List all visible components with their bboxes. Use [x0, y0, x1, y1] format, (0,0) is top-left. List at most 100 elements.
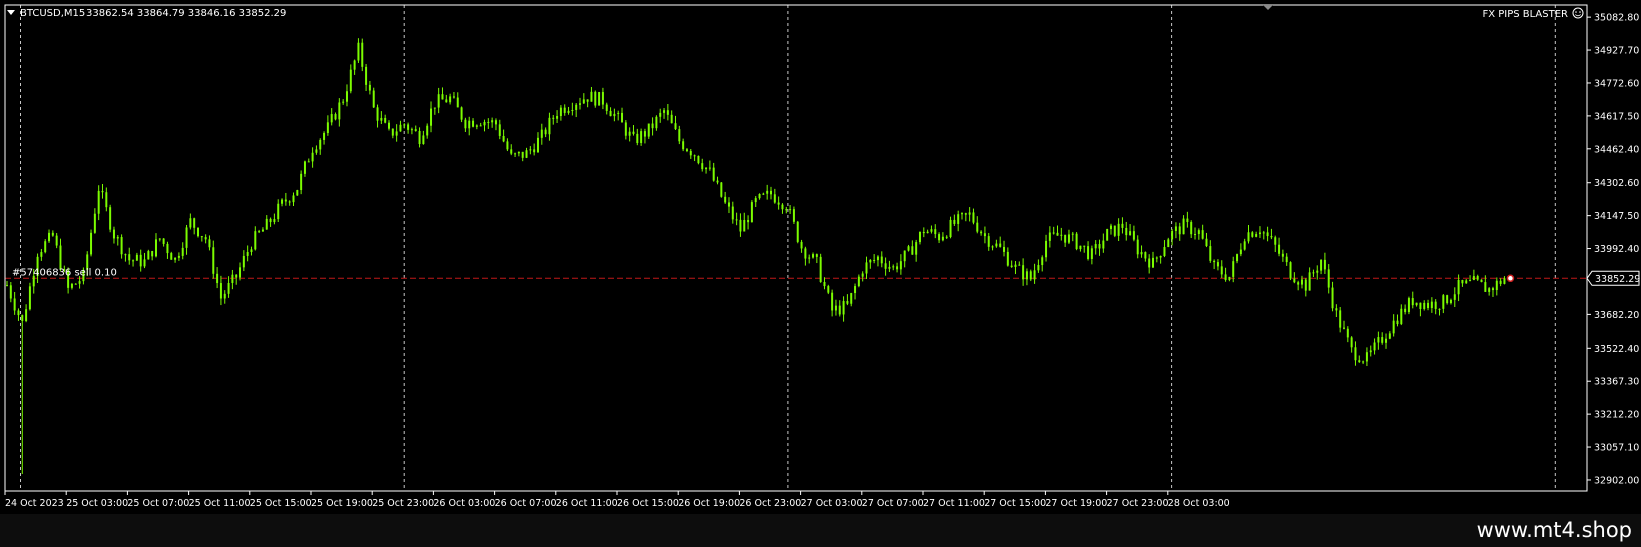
candle-body — [147, 251, 150, 260]
x-tick-label: 26 Oct 03:00 — [433, 498, 495, 509]
candle-body — [101, 190, 104, 193]
candle-body — [1148, 258, 1151, 268]
candle-body — [1129, 231, 1132, 236]
candle-body — [876, 256, 879, 261]
candle-body — [460, 107, 463, 120]
candle-body — [128, 254, 131, 261]
y-tick-label: 32902.00 — [1594, 475, 1639, 486]
candle-body — [980, 231, 983, 234]
candle-body — [1442, 295, 1445, 309]
candle-body — [1258, 232, 1261, 235]
candle-body — [223, 293, 226, 299]
candle-body — [693, 155, 696, 157]
candle-body — [361, 42, 364, 67]
price-chart[interactable]: 35082.80 34927.70 34772.60 34617.50 34462.40… — [0, 0, 1641, 547]
x-tick-label: 28 Oct 03:00 — [1168, 498, 1230, 509]
candle-body — [1251, 232, 1254, 237]
candle-body — [586, 99, 589, 102]
candle-body — [1373, 342, 1376, 351]
candle-body — [258, 231, 261, 233]
candle-body — [739, 219, 742, 232]
candle-body — [456, 97, 459, 108]
order-line-label[interactable]: #57406836 sell 0.10 — [12, 267, 117, 278]
x-tick-label: 24 Oct 2023 — [5, 498, 64, 509]
candle-body — [269, 218, 272, 223]
candle-body — [342, 101, 345, 103]
candle-body — [151, 251, 154, 257]
candle-body — [445, 99, 448, 103]
candle-body — [1327, 269, 1330, 288]
candle-body — [311, 152, 314, 162]
x-tick-label: 27 Oct 07:00 — [862, 498, 924, 509]
candle-body — [300, 173, 303, 191]
candle-body — [915, 242, 918, 255]
candle-body — [991, 246, 994, 248]
candle-body — [197, 227, 199, 237]
candle-body — [388, 122, 390, 129]
candle-body — [1289, 262, 1292, 279]
candle-body — [254, 231, 257, 250]
candle-body — [40, 252, 43, 257]
candle-body — [475, 125, 478, 127]
candle-body — [154, 239, 157, 257]
candle-body — [1132, 231, 1135, 240]
candle-body — [747, 220, 750, 223]
candle-body — [1224, 274, 1227, 280]
candle-body — [819, 256, 822, 282]
candle-body — [1064, 234, 1067, 243]
candle-body — [705, 167, 708, 170]
candle-body — [632, 131, 635, 134]
candle-body — [685, 149, 688, 152]
candle-body — [857, 276, 860, 287]
candle-body — [1503, 278, 1506, 284]
candle-body — [181, 247, 184, 256]
candle-body — [1335, 308, 1338, 311]
candle-body — [1300, 279, 1303, 285]
candle-body — [1243, 241, 1246, 250]
candle-body — [1469, 280, 1472, 282]
y-tick-label: 34617.50 — [1594, 111, 1639, 122]
candle-body — [899, 261, 902, 270]
candle-body — [1274, 237, 1277, 245]
candle-body — [158, 238, 161, 240]
candle-body — [120, 237, 123, 255]
candle-body — [162, 238, 165, 244]
candle-body — [403, 124, 406, 126]
candle-body — [246, 252, 249, 256]
candle-body — [1346, 328, 1349, 338]
candle-body — [365, 66, 368, 85]
candle-body — [1411, 298, 1414, 306]
candle-body — [135, 254, 138, 261]
candle-body — [1186, 218, 1189, 223]
candle-body — [1247, 232, 1250, 242]
candle-body — [93, 213, 96, 233]
candle-body — [1220, 266, 1223, 275]
candle-body — [384, 117, 387, 123]
candle-body — [907, 246, 910, 251]
candle-body — [1377, 337, 1380, 343]
candle-body — [1022, 265, 1025, 280]
site-watermark: www.mt4.shop — [1477, 518, 1632, 542]
candle-body — [1430, 301, 1433, 309]
candle-body — [13, 298, 16, 311]
candle-body — [1201, 230, 1204, 239]
candle-body — [781, 204, 784, 210]
candle-body — [1484, 282, 1487, 292]
candle-body — [556, 116, 559, 119]
candle-body — [288, 201, 291, 203]
candle-body — [90, 232, 93, 255]
candle-body — [1098, 244, 1101, 249]
candle-body — [720, 182, 723, 197]
candle-body — [479, 125, 482, 127]
candle-body — [1446, 295, 1449, 304]
candle-body — [1048, 232, 1051, 241]
price-axis[interactable]: 35082.80 34927.70 34772.60 34617.50 34462.40… — [1587, 13, 1639, 487]
candle-body — [498, 124, 501, 136]
candle-body — [945, 236, 948, 238]
candle-body — [1025, 271, 1028, 280]
candle-body — [418, 131, 421, 145]
candle-body — [166, 243, 169, 254]
candle-body — [422, 135, 425, 145]
candle-body — [357, 42, 360, 61]
candle-body — [724, 196, 727, 203]
